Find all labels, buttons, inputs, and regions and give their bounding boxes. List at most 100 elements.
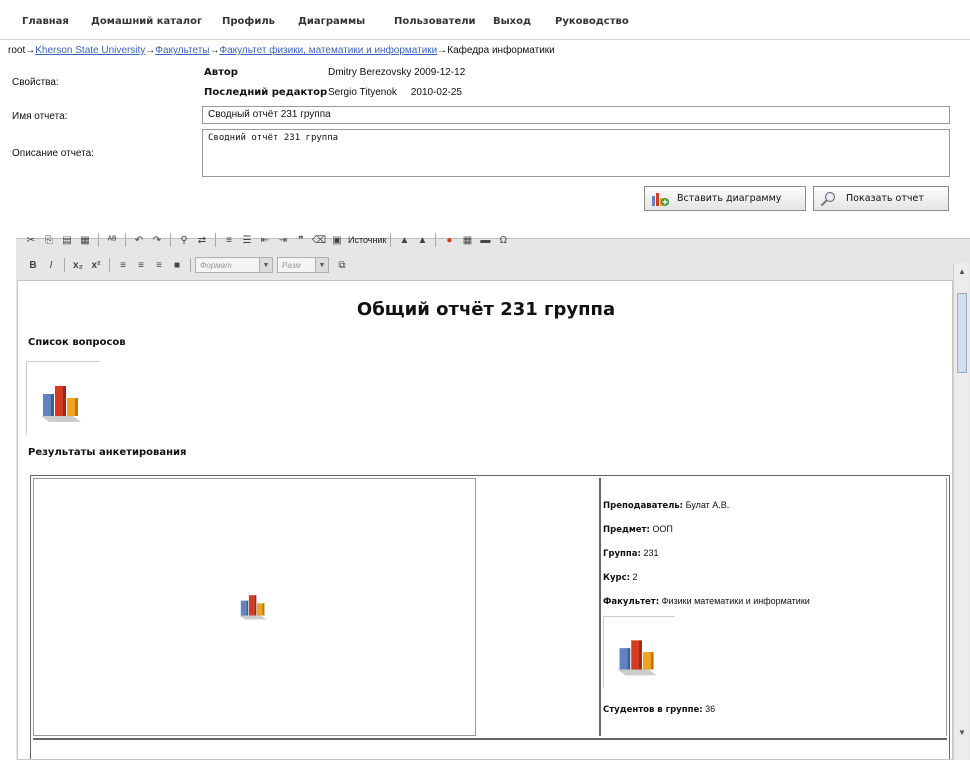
insert-chart-tool-icon[interactable]: ▲	[397, 233, 411, 247]
scrollbar-thumb[interactable]	[957, 293, 967, 373]
cut-icon[interactable]: ✂	[24, 233, 38, 247]
show-report-label: Показать отчет	[846, 193, 924, 204]
spellcheck-icon[interactable]: ᴬᴮ	[105, 233, 119, 247]
course-value: 2	[632, 572, 638, 582]
students-line: Студентов в группе: 36	[603, 704, 715, 715]
format-select-placeholder: Формат	[200, 260, 232, 270]
source-button-label[interactable]: Источник	[348, 235, 386, 245]
source-icon[interactable]: ▣	[330, 233, 344, 247]
results-chart-cell	[33, 478, 476, 736]
students-label: Студентов в группе:	[603, 705, 703, 715]
replace-icon[interactable]: ⇄	[195, 233, 209, 247]
teacher-value: Булат А.В.	[685, 500, 730, 510]
nav-manual[interactable]: Руководство	[555, 16, 629, 27]
questions-heading: Список вопросов	[28, 337, 126, 348]
subject-label: Предмет:	[603, 525, 650, 535]
report-name-input[interactable]: Сводный отчёт 231 группа	[202, 106, 950, 124]
nav-profile[interactable]: Профиль	[222, 16, 275, 27]
size-select[interactable]: Разм ▼	[277, 257, 329, 273]
teacher-label: Преподаватель:	[603, 501, 684, 511]
results-heading: Результаты анкетирования	[28, 447, 187, 458]
group-label: Группа:	[603, 549, 641, 559]
magnifier-icon	[820, 191, 836, 206]
paste-icon[interactable]: ▤	[60, 233, 74, 247]
special-char-icon[interactable]: Ω	[496, 233, 510, 247]
indent-icon[interactable]: ⇥	[276, 233, 290, 247]
bar-chart-icon	[239, 595, 267, 620]
breadcrumb-root[interactable]: root	[8, 45, 25, 56]
breadcrumb-sep: →	[437, 45, 448, 56]
remove-icon[interactable]: ●	[442, 233, 456, 247]
group-value: 231	[643, 548, 659, 558]
properties-label: Свойства:	[12, 77, 59, 88]
redo-icon[interactable]: ↷	[150, 233, 164, 247]
align-left-icon[interactable]: ≡	[116, 258, 130, 272]
editor-row: Последний редакторSergio Tityenok 2010-0…	[204, 87, 462, 98]
subject-line: Предмет: ООП	[603, 524, 673, 535]
size-select-placeholder: Разм	[282, 260, 301, 270]
scroll-up-icon[interactable]: ▲	[956, 265, 968, 277]
scroll-down-icon[interactable]: ▼	[956, 726, 968, 738]
copy-icon[interactable]: ⎘	[42, 233, 56, 247]
toolbar-separator	[98, 233, 99, 247]
breadcrumb-current: Кафедра информатики	[447, 45, 555, 56]
author-value: Dmitry Berezovsky 2009-12-12	[328, 67, 466, 78]
nav-home[interactable]: Главная	[22, 16, 69, 27]
find-icon[interactable]: ⚲	[177, 233, 191, 247]
outdent-icon[interactable]: ⇤	[258, 233, 272, 247]
toolbar-separator	[125, 233, 126, 247]
bold-icon[interactable]: B	[26, 258, 40, 272]
breadcrumb-university[interactable]: Kherson State University	[35, 45, 145, 56]
toolbar-separator	[170, 233, 171, 247]
top-navigation: Главная Домашний каталог Профиль Диаграм…	[0, 0, 970, 40]
nav-users[interactable]: Пользователи	[394, 16, 476, 27]
toolbar-separator	[390, 233, 392, 247]
faculty-line: Факультет: Физики математики и информати…	[603, 596, 810, 607]
breadcrumb-faculties[interactable]: Факультеты	[155, 45, 209, 56]
nav-logout[interactable]: Выход	[493, 16, 531, 27]
numbered-list-icon[interactable]: ≡	[222, 233, 236, 247]
toolbar-separator	[64, 258, 65, 272]
editor-label: Последний редактор	[204, 87, 328, 98]
editor-document[interactable]: Общий отчёт 231 группа Список вопросов Р…	[17, 280, 953, 760]
course-line: Курс: 2	[603, 572, 638, 583]
undo-icon[interactable]: ↶	[132, 233, 146, 247]
align-justify-icon[interactable]: ■	[170, 258, 184, 272]
chevron-down-icon: ▼	[315, 258, 328, 272]
editor-toolbar-row-2: B I x₂ x² ≡ ≡ ≡ ■ Формат ▼ Разм ▼ ⧉	[24, 255, 351, 275]
italic-icon[interactable]: I	[44, 258, 58, 272]
results-info-cell: Преподаватель: Булат А.В. Предмет: ООП Г…	[601, 478, 947, 736]
eraser-icon[interactable]: ⌫	[312, 233, 326, 247]
report-title: Общий отчёт 231 группа	[356, 299, 616, 320]
align-right-icon[interactable]: ≡	[152, 258, 166, 272]
bulleted-list-icon[interactable]: ☰	[240, 233, 254, 247]
edit-chart-tool-icon[interactable]: ▲	[415, 233, 429, 247]
toolbar-separator	[109, 258, 110, 272]
report-description-textarea[interactable]: Сводний отчёт 231 группа	[202, 129, 950, 177]
insert-chart-button[interactable]: Вставить диаграмму	[644, 186, 806, 211]
blockquote-icon[interactable]: ❞	[294, 233, 308, 247]
nav-home-catalog[interactable]: Домашний каталог	[91, 16, 202, 27]
author-row: Автор Dmitry Berezovsky 2009-12-12	[204, 67, 465, 78]
bar-chart-icon	[617, 640, 657, 676]
table-icon[interactable]: ▦	[460, 233, 474, 247]
chart-add-icon	[652, 192, 669, 206]
paste-word-icon[interactable]: ▦	[78, 233, 92, 247]
show-report-button[interactable]: Показать отчет	[813, 186, 949, 211]
superscript-icon[interactable]: x²	[89, 258, 103, 272]
results-empty-cell	[476, 478, 601, 736]
group-chart-placeholder[interactable]	[603, 616, 675, 688]
subscript-icon[interactable]: x₂	[71, 258, 85, 272]
maximize-icon[interactable]: ⧉	[335, 258, 349, 272]
results-table[interactable]: Преподаватель: Булат А.В. Предмет: ООП Г…	[30, 475, 950, 759]
toolbar-separator	[190, 258, 191, 272]
questions-chart-placeholder[interactable]	[26, 361, 100, 435]
insert-chart-label: Вставить диаграмму	[677, 193, 782, 204]
breadcrumb-faculty[interactable]: Факультет физики, математики и информати…	[219, 45, 437, 56]
breadcrumb: root→Kherson State University→Факультеты…	[8, 45, 555, 56]
nav-charts[interactable]: Диаграммы	[298, 16, 365, 27]
horizontal-rule-icon[interactable]: ▬	[478, 233, 492, 247]
editor-scrollbar[interactable]: ▲ ▼	[953, 263, 969, 760]
format-select[interactable]: Формат ▼	[195, 257, 273, 273]
align-center-icon[interactable]: ≡	[134, 258, 148, 272]
